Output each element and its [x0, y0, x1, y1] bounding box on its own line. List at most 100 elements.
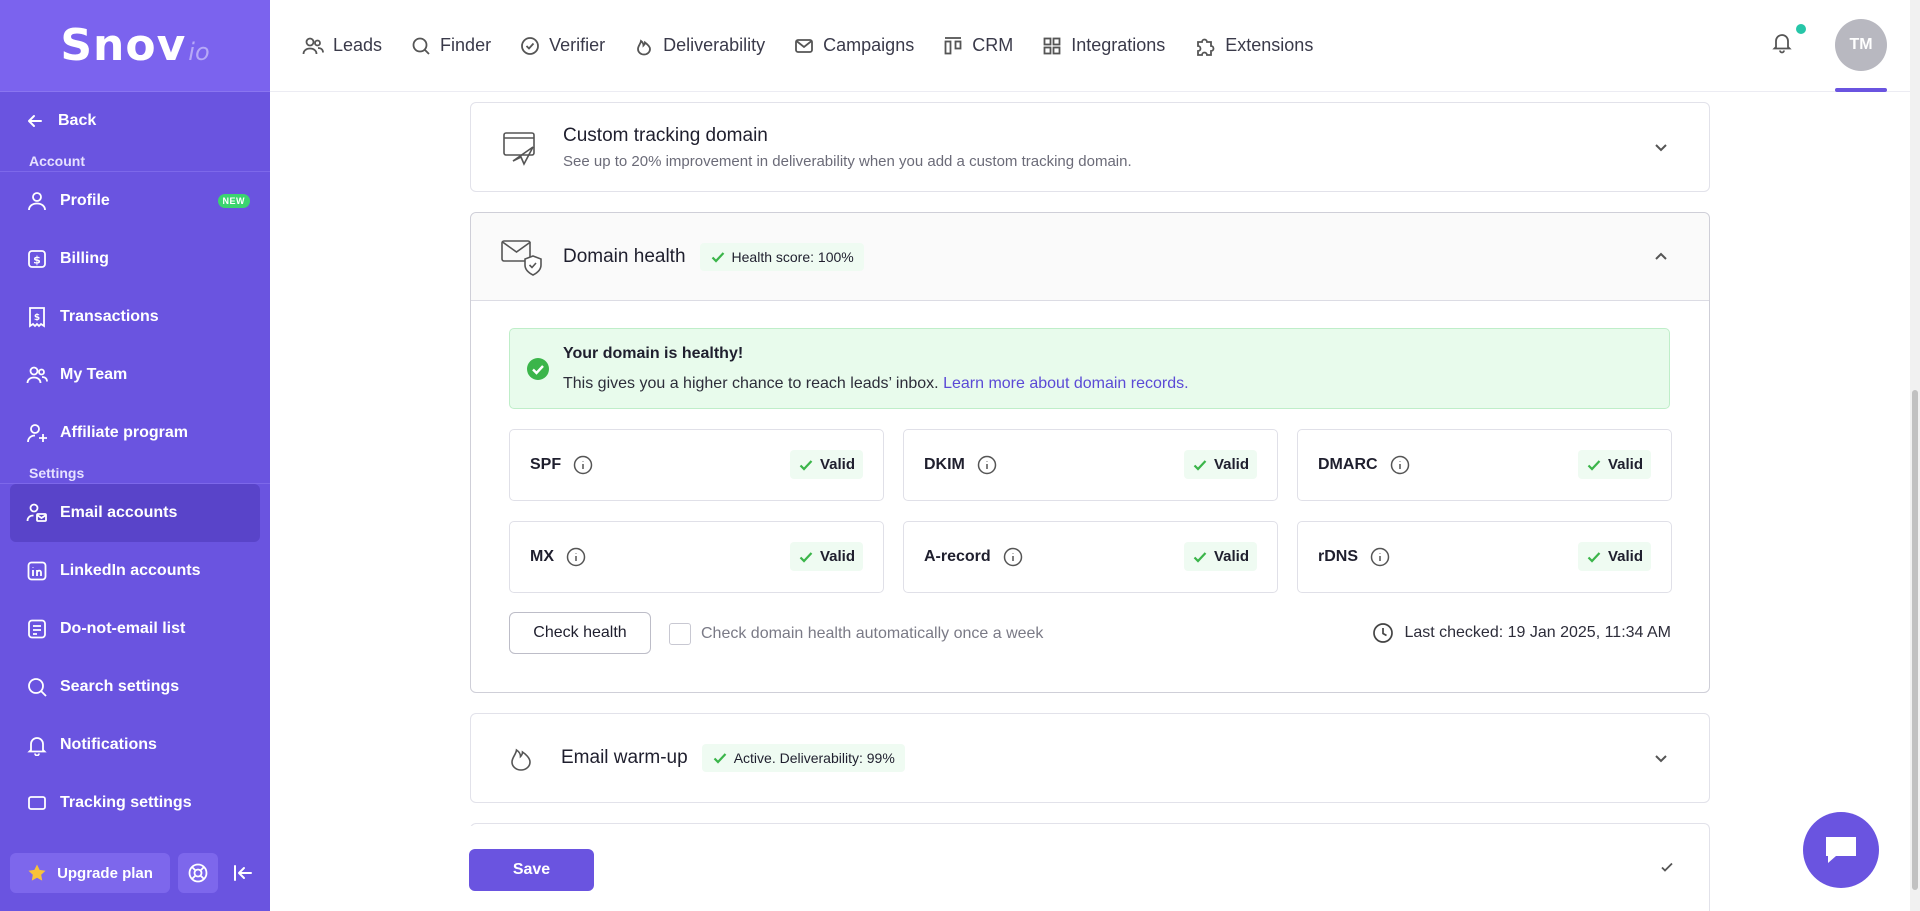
- info-icon[interactable]: [1390, 455, 1410, 475]
- upgrade-plan-label: Upgrade plan: [57, 864, 153, 882]
- section-account: Account: [0, 150, 270, 172]
- sidebar-item-linkedin[interactable]: LinkedIn accounts: [10, 542, 260, 600]
- status-badge: Valid: [1577, 542, 1651, 571]
- info-icon[interactable]: [566, 547, 586, 567]
- sidebar-item-label: My Team: [60, 366, 128, 383]
- send-tracking-icon: [501, 128, 539, 166]
- check-health-button[interactable]: Check health: [509, 612, 651, 654]
- record-spf: SPF Valid: [509, 429, 884, 501]
- chevron-down-icon[interactable]: [1653, 750, 1669, 766]
- nav-finder[interactable]: Finder: [411, 35, 491, 56]
- nav-deliverability[interactable]: Deliverability: [634, 35, 765, 56]
- tracking-domain-card: Custom tracking domain See up to 20% imp…: [470, 102, 1710, 192]
- record-name: SPF: [530, 456, 562, 473]
- learn-more-link[interactable]: Learn more about domain records.: [943, 375, 1188, 392]
- scrollbar-thumb[interactable]: [1912, 390, 1918, 890]
- domain-health-card: Domain health Health score: 100% Your do…: [470, 212, 1710, 693]
- chevron-down-icon[interactable]: [1653, 139, 1669, 155]
- chat-button[interactable]: [1803, 812, 1879, 888]
- status-label: Valid: [819, 456, 855, 473]
- upgrade-plan-button[interactable]: Upgrade plan: [10, 853, 170, 893]
- domain-healthy-alert: Your domain is healthy! This gives you a…: [509, 328, 1670, 409]
- info-icon[interactable]: [977, 455, 997, 475]
- search-icon: [411, 36, 440, 56]
- warmup-status-label: Active. Deliverability: 99%: [733, 750, 895, 766]
- status-label: Valid: [1213, 548, 1249, 565]
- search-icon: [26, 676, 60, 698]
- info-icon[interactable]: [1370, 547, 1390, 567]
- nav-integrations[interactable]: Integrations: [1042, 35, 1165, 56]
- info-icon[interactable]: [1003, 547, 1023, 567]
- nav-label: Verifier: [549, 35, 606, 55]
- sidebar-item-tracking-settings[interactable]: Tracking settings: [10, 774, 260, 832]
- back-link[interactable]: Back: [0, 92, 270, 150]
- record-dkim: DKIM Valid: [903, 429, 1278, 501]
- sidebar-item-do-not-email[interactable]: Do-not-email list: [10, 600, 260, 658]
- sidebar-item-my-team[interactable]: My Team: [10, 346, 260, 404]
- healthy-description: This gives you a higher chance to reach …: [563, 375, 939, 392]
- back-label: Back: [58, 112, 97, 129]
- domain-health-title: Domain health: [563, 245, 686, 267]
- health-score-badge: Health score: 100%: [699, 242, 864, 271]
- user-icon: [26, 190, 60, 212]
- auto-check-option[interactable]: Check domain health automatically once a…: [669, 623, 1043, 645]
- leads-icon: [302, 35, 333, 57]
- status-label: Valid: [819, 548, 855, 565]
- sidebar-item-profile[interactable]: Profile NEW: [10, 172, 260, 230]
- record-mx: MX Valid: [509, 521, 884, 593]
- info-icon[interactable]: [573, 455, 593, 475]
- bell-icon: [26, 734, 60, 756]
- logo-name: Snov: [60, 20, 187, 71]
- auto-check-label: Check domain health automatically once a…: [701, 625, 1044, 642]
- sidebar-item-billing[interactable]: $ Billing: [10, 230, 260, 288]
- chevron-up-icon[interactable]: [1653, 249, 1669, 265]
- tracking-domain-header[interactable]: Custom tracking domain See up to 20% imp…: [471, 103, 1709, 191]
- nav-crm[interactable]: CRM: [943, 35, 1013, 56]
- nav-label: Integrations: [1071, 35, 1166, 55]
- record-name: MX: [530, 548, 554, 565]
- list-icon: [26, 618, 60, 640]
- nav-campaigns[interactable]: Campaigns: [794, 35, 914, 56]
- last-checked: Last checked: 19 Jan 2025, 11:34 AM: [1372, 622, 1671, 644]
- new-badge: NEW: [217, 194, 250, 208]
- collapse-sidebar-button[interactable]: [232, 862, 254, 884]
- nav-extensions[interactable]: Extensions: [1194, 35, 1313, 57]
- sidebar-item-label: Do-not-email list: [60, 620, 186, 637]
- email-warmup-header[interactable]: Email warm-up Active. Deliverability: 99…: [471, 714, 1709, 802]
- record-name: A-record: [924, 548, 991, 565]
- status-badge: Valid: [789, 542, 863, 571]
- logo[interactable]: Snov io: [0, 0, 270, 92]
- nav-verifier[interactable]: Verifier: [520, 35, 605, 56]
- sidebar-item-transactions[interactable]: $ Transactions: [10, 288, 260, 346]
- domain-shield-icon: [501, 238, 543, 276]
- sidebar-item-notifications[interactable]: Notifications: [10, 716, 260, 774]
- health-score-label: Health score: 100%: [731, 248, 854, 265]
- collapse-icon: [232, 862, 254, 884]
- sidebar-item-label: LinkedIn accounts: [60, 562, 201, 579]
- receipt-icon: $: [26, 306, 60, 328]
- flame-icon: [634, 36, 663, 56]
- nav-label: Finder: [440, 35, 492, 55]
- email-account-icon: [26, 502, 60, 524]
- nav-label: Leads: [333, 35, 383, 55]
- avatar[interactable]: TM: [1835, 19, 1887, 71]
- sidebar-item-label: Affiliate program: [60, 424, 189, 441]
- sidebar-item-email-accounts[interactable]: Email accounts: [10, 484, 260, 542]
- bell-icon: [1770, 30, 1794, 54]
- healthy-title: Your domain is healthy!: [563, 345, 744, 362]
- top-navigation: Leads Finder Verifier Deliverability Cam…: [270, 0, 1910, 92]
- page-scrollbar[interactable]: [1910, 0, 1920, 911]
- linkedin-icon: [26, 560, 60, 582]
- notifications-button[interactable]: [1770, 30, 1794, 54]
- avatar-active-indicator: [1835, 88, 1887, 92]
- auto-check-checkbox[interactable]: [669, 623, 691, 645]
- sidebar-item-affiliate[interactable]: Affiliate program: [10, 404, 260, 462]
- save-button[interactable]: Save: [469, 849, 594, 891]
- sidebar-item-search-settings[interactable]: Search settings: [10, 658, 260, 716]
- billing-icon: $: [26, 248, 60, 270]
- check-icon: [712, 750, 734, 766]
- nav-leads[interactable]: Leads: [302, 35, 382, 57]
- crm-icon: [943, 36, 972, 56]
- help-button[interactable]: [178, 853, 218, 893]
- domain-health-header[interactable]: Domain health Health score: 100%: [471, 213, 1709, 301]
